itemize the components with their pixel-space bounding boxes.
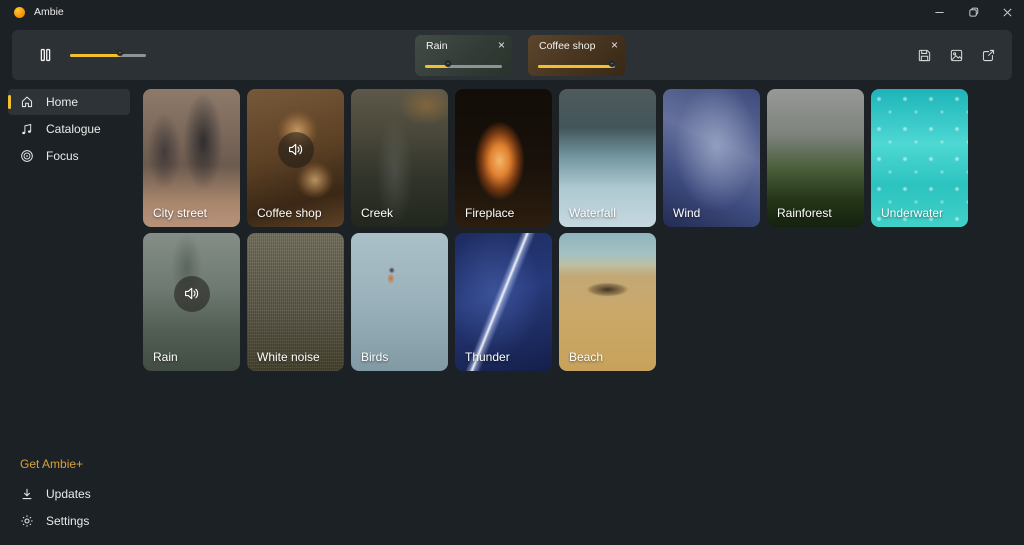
window-controls <box>922 0 1024 24</box>
sound-tile-label: Creek <box>361 206 393 220</box>
screensaver-button[interactable] <box>942 40 970 70</box>
share-icon <box>981 48 996 63</box>
titlebar: Ambie <box>0 0 1024 24</box>
slider-thumb[interactable] <box>117 49 124 56</box>
sound-tile-label: Rainforest <box>777 206 832 220</box>
sound-tile-label: Birds <box>361 350 388 364</box>
sound-tile-label: City street <box>153 206 207 220</box>
download-icon <box>20 487 34 501</box>
master-volume-slider[interactable] <box>70 49 146 62</box>
close-icon[interactable]: × <box>498 39 505 51</box>
gear-icon <box>20 514 34 528</box>
close-icon[interactable]: × <box>611 39 618 51</box>
save-button[interactable] <box>910 40 938 70</box>
close-icon <box>1002 7 1013 18</box>
player-toolbar: Rain × Coffee shop × <box>12 30 1012 80</box>
restore-icon <box>968 7 979 18</box>
sidebar-nav: Home Catalogue Focus <box>0 88 138 170</box>
active-sound-name: Coffee shop <box>539 40 595 52</box>
speaker-icon <box>278 132 314 168</box>
pause-icon <box>38 47 53 63</box>
sidebar-item-home[interactable]: Home <box>8 89 130 115</box>
app-title: Ambie <box>34 6 64 18</box>
sound-tile-label: Coffee shop <box>257 206 322 220</box>
slider-fill <box>538 65 612 68</box>
pause-button[interactable] <box>30 40 60 70</box>
sound-tile-creek[interactable]: Creek <box>351 89 448 227</box>
sound-tile-label: Waterfall <box>569 206 616 220</box>
save-icon <box>917 48 932 63</box>
sound-tile-fireplace[interactable]: Fireplace <box>455 89 552 227</box>
slider-thumb[interactable] <box>445 60 452 67</box>
sidebar: Home Catalogue Focus Get Ambie+ Updates … <box>0 86 138 545</box>
sound-tile-label: Thunder <box>465 350 510 364</box>
sound-tile-label: Underwater <box>881 206 943 220</box>
ambie-logo-icon <box>14 7 25 18</box>
share-button[interactable] <box>974 40 1002 70</box>
sound-tile-coffee-shop[interactable]: Coffee shop <box>247 89 344 227</box>
active-sounds: Rain × Coffee shop × <box>415 35 625 76</box>
sound-tile-white-noise[interactable]: White noise <box>247 233 344 371</box>
sidebar-item-focus[interactable]: Focus <box>8 143 130 169</box>
volume-slider[interactable] <box>538 60 615 73</box>
sound-tile-label: Rain <box>153 350 178 364</box>
restore-button[interactable] <box>956 0 990 24</box>
focus-icon <box>20 149 34 163</box>
sidebar-footer: Get Ambie+ Updates Settings <box>0 453 138 535</box>
sound-tile-underwater[interactable]: Underwater <box>871 89 968 227</box>
image-icon <box>949 48 964 63</box>
home-icon <box>20 95 34 109</box>
volume-slider[interactable] <box>425 60 502 73</box>
minimize-button[interactable] <box>922 0 956 24</box>
slider-fill <box>70 54 120 57</box>
sidebar-item-settings[interactable]: Settings <box>8 508 130 534</box>
sound-tile-beach[interactable]: Beach <box>559 233 656 371</box>
active-sound-card-coffee-shop[interactable]: Coffee shop × <box>528 35 625 76</box>
sound-tile-thunder[interactable]: Thunder <box>455 233 552 371</box>
master-volume-slider-wrap <box>70 49 146 62</box>
minimize-icon <box>934 7 945 18</box>
sound-tile-birds[interactable]: Birds <box>351 233 448 371</box>
music-note-icon <box>20 122 34 136</box>
sound-grid: City street Coffee shop Creek Fireplace … <box>143 89 968 371</box>
sidebar-item-label: Catalogue <box>46 122 101 136</box>
sound-tile-label: Beach <box>569 350 603 364</box>
speaker-icon <box>174 276 210 312</box>
sound-tile-city-street[interactable]: City street <box>143 89 240 227</box>
close-button[interactable] <box>990 0 1024 24</box>
slider-thumb[interactable] <box>608 60 615 67</box>
sidebar-item-catalogue[interactable]: Catalogue <box>8 116 130 142</box>
active-sound-name: Rain <box>426 40 448 52</box>
sidebar-item-updates[interactable]: Updates <box>8 481 130 507</box>
sidebar-item-label: Home <box>46 95 78 109</box>
sound-tile-waterfall[interactable]: Waterfall <box>559 89 656 227</box>
sound-tile-wind[interactable]: Wind <box>663 89 760 227</box>
sound-tile-rainforest[interactable]: Rainforest <box>767 89 864 227</box>
get-ambie-plus-link[interactable]: Get Ambie+ <box>20 457 130 471</box>
sidebar-item-label: Settings <box>46 514 89 528</box>
sound-tile-label: Wind <box>673 206 700 220</box>
toolbar-actions <box>910 40 1002 70</box>
sound-tile-rain[interactable]: Rain <box>143 233 240 371</box>
sidebar-item-label: Focus <box>46 149 79 163</box>
sound-tile-label: Fireplace <box>465 206 514 220</box>
active-sound-card-rain[interactable]: Rain × <box>415 35 512 76</box>
sidebar-item-label: Updates <box>46 487 91 501</box>
sound-tile-label: White noise <box>257 350 320 364</box>
